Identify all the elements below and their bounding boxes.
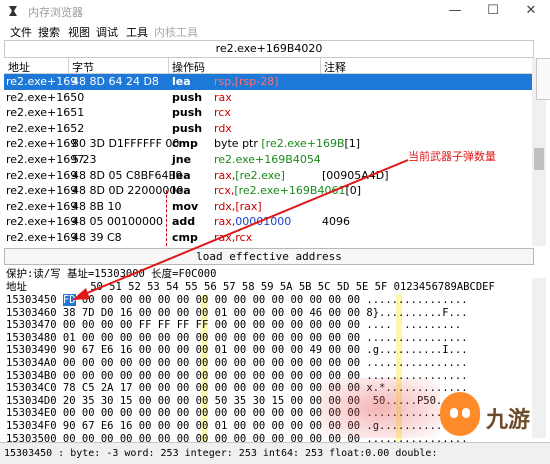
annotation-label: 当前武器子弹数量: [408, 150, 496, 163]
status-text: 15303450 : byte: -3 word: 253 integer: 2…: [4, 448, 438, 459]
watermark-text: 九游: [486, 408, 531, 433]
watermark-mascot-icon: [440, 392, 480, 436]
watermark-logo: 九游: [440, 392, 540, 440]
status-bar: 15303450 : byte: -3 word: 253 integer: 2…: [0, 442, 550, 464]
